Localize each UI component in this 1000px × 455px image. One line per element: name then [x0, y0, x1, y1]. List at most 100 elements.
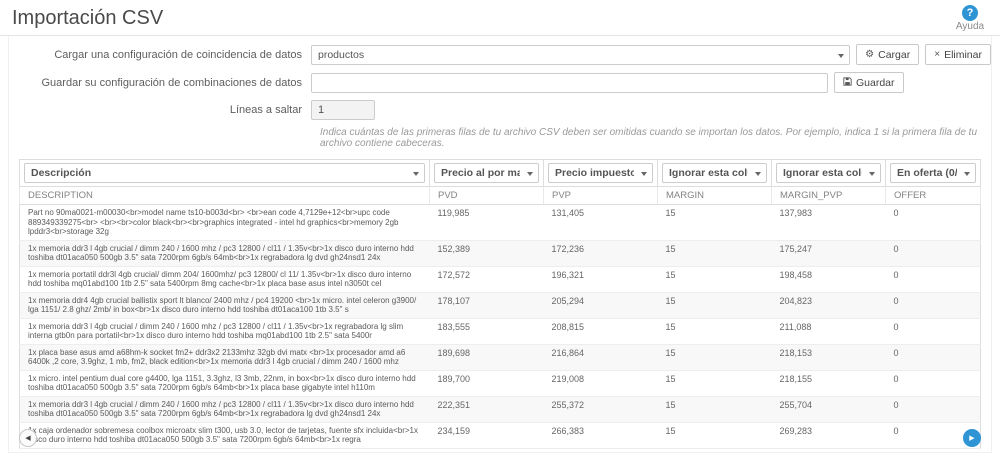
- cell-value: 15: [658, 292, 772, 318]
- table-header-cell: DESCRIPTION: [20, 187, 430, 205]
- cell-description: 1x placa base asus amd a68hm-k socket fm…: [20, 344, 430, 370]
- save-config-row: Guardar su configuración de combinacione…: [9, 72, 991, 93]
- cell-value: 15: [658, 344, 772, 370]
- arrow-left-icon: ◀: [25, 435, 30, 442]
- cell-value: 152,389: [430, 240, 544, 266]
- column-selector-margin-pvp[interactable]: Ignorar esta columna: [776, 163, 881, 183]
- cell-value: 0: [886, 318, 981, 344]
- arrow-right-icon: ▶: [969, 435, 974, 442]
- save-button[interactable]: Guardar: [834, 72, 904, 93]
- table-header-cell: MARGIN: [658, 187, 772, 205]
- delete-button[interactable]: × Eliminar: [925, 44, 991, 65]
- column-selector-value: Precio al por mayor: [441, 167, 520, 179]
- load-button[interactable]: ⚙ Cargar: [856, 44, 919, 65]
- floppy-icon: [843, 77, 852, 89]
- column-selector-offer[interactable]: En oferta (0/1): [890, 163, 976, 183]
- config-select[interactable]: productos: [311, 45, 850, 65]
- cell-value: 222,351: [430, 396, 544, 422]
- column-selector-margin[interactable]: Ignorar esta columna: [662, 163, 767, 183]
- column-selector-row: Descripción Precio al por mayor Precio i…: [20, 160, 981, 187]
- column-selector-value: En oferta (0/1): [897, 167, 957, 179]
- help-icon[interactable]: ?: [962, 5, 978, 21]
- table-body: Part no 90ma0021-m00030<br>model name ts…: [20, 205, 981, 449]
- chevron-down-icon: [413, 172, 419, 176]
- cell-description: 1x memoria ddr3 l 4gb crucial / dimm 240…: [20, 240, 430, 266]
- cell-value: 178,107: [430, 292, 544, 318]
- column-selector-value: Ignorar esta columna: [783, 167, 862, 179]
- load-config-label: Cargar una configuración de coincidencia…: [9, 49, 311, 61]
- column-selector-value: Descripción: [31, 167, 91, 179]
- table-header-row: DESCRIPTION PVD PVP MARGIN MARGIN_PVP OF…: [20, 187, 981, 205]
- cell-value: 219,008: [544, 370, 658, 396]
- cell-value: 208,815: [544, 318, 658, 344]
- table-row: 1x memoria ddr3 l 4gb crucial / dimm 240…: [20, 318, 981, 344]
- column-selector-pvp[interactable]: Precio impuestos exclui: [548, 163, 653, 183]
- page-title: Importación CSV: [12, 6, 988, 30]
- chevron-down-icon: [869, 172, 875, 176]
- cell-description: 1x memoria ddr4 4gb crucial ballistix sp…: [20, 292, 430, 318]
- cell-value: 119,985: [430, 205, 544, 241]
- cell-value: 0: [886, 266, 981, 292]
- skip-lines-row: Líneas a saltar: [9, 100, 991, 120]
- skip-lines-help: Indica cuántas de las primeras filas de …: [320, 127, 991, 149]
- chevron-down-icon: [964, 172, 970, 176]
- next-columns-button[interactable]: ▶: [963, 429, 981, 447]
- column-selector-pvd[interactable]: Precio al por mayor: [434, 163, 539, 183]
- delete-button-label: Eliminar: [944, 49, 982, 61]
- cell-value: 0: [886, 240, 981, 266]
- cell-description: 1x memoria ddr3 l 4gb crucial / dimm 240…: [20, 396, 430, 422]
- table-header-cell: MARGIN_PVP: [772, 187, 886, 205]
- table-row: 1x placa base asus amd a68hm-k socket fm…: [20, 344, 981, 370]
- cell-value: 131,405: [544, 205, 658, 241]
- cell-value: 15: [658, 205, 772, 241]
- cell-value: 15: [658, 240, 772, 266]
- chevron-down-icon: [838, 54, 844, 58]
- cell-value: 0: [886, 396, 981, 422]
- cell-value: 0: [886, 370, 981, 396]
- config-select-value: productos: [318, 49, 364, 61]
- cell-value: 0: [886, 292, 981, 318]
- cell-value: 172,572: [430, 266, 544, 292]
- gear-icon: ⚙: [865, 50, 874, 60]
- table-row: Part no 90ma0021-m00030<br>model name ts…: [20, 205, 981, 241]
- cell-value: 15: [658, 318, 772, 344]
- table-header-cell: PVD: [430, 187, 544, 205]
- help-button[interactable]: ? Ayuda: [950, 5, 990, 32]
- column-nav: ◀ ▶: [19, 429, 981, 447]
- cell-description: 1x memoria ddr3 l 4gb crucial / dimm 240…: [20, 318, 430, 344]
- cell-description: Part no 90ma0021-m00030<br>model name ts…: [20, 205, 430, 241]
- table-header-cell: PVP: [544, 187, 658, 205]
- save-config-label: Guardar su configuración de combinacione…: [9, 77, 311, 89]
- table-row: 1x memoria ddr4 4gb crucial ballistix sp…: [20, 292, 981, 318]
- cell-value: 211,088: [772, 318, 886, 344]
- cell-value: 198,458: [772, 266, 886, 292]
- cell-value: 255,704: [772, 396, 886, 422]
- close-icon: ×: [934, 50, 940, 60]
- cell-description: 1x micro. intel pentium dual core g4400,…: [20, 370, 430, 396]
- cell-value: 196,321: [544, 266, 658, 292]
- chevron-down-icon: [641, 172, 647, 176]
- cell-value: 204,823: [772, 292, 886, 318]
- cell-value: 137,983: [772, 205, 886, 241]
- cell-value: 15: [658, 370, 772, 396]
- column-selector-description[interactable]: Descripción: [24, 163, 425, 183]
- table-header-cell: OFFER: [886, 187, 981, 205]
- load-button-label: Cargar: [878, 49, 910, 61]
- cell-value: 0: [886, 205, 981, 241]
- table-row: 1x memoria portatil ddr3l 4gb crucial/ d…: [20, 266, 981, 292]
- cell-value: 15: [658, 396, 772, 422]
- chevron-down-icon: [527, 172, 533, 176]
- cell-value: 15: [658, 266, 772, 292]
- save-config-input[interactable]: [311, 73, 828, 93]
- column-selector-value: Ignorar esta columna: [669, 167, 748, 179]
- cell-value: 218,153: [772, 344, 886, 370]
- chevron-down-icon: [755, 172, 761, 176]
- save-button-label: Guardar: [856, 77, 895, 89]
- cell-value: 205,294: [544, 292, 658, 318]
- cell-description: 1x memoria portatil ddr3l 4gb crucial/ d…: [20, 266, 430, 292]
- cell-value: 218,155: [772, 370, 886, 396]
- skip-lines-input[interactable]: [311, 100, 375, 120]
- cell-value: 183,555: [430, 318, 544, 344]
- load-config-row: Cargar una configuración de coincidencia…: [9, 44, 991, 65]
- prev-columns-button[interactable]: ◀: [19, 429, 37, 447]
